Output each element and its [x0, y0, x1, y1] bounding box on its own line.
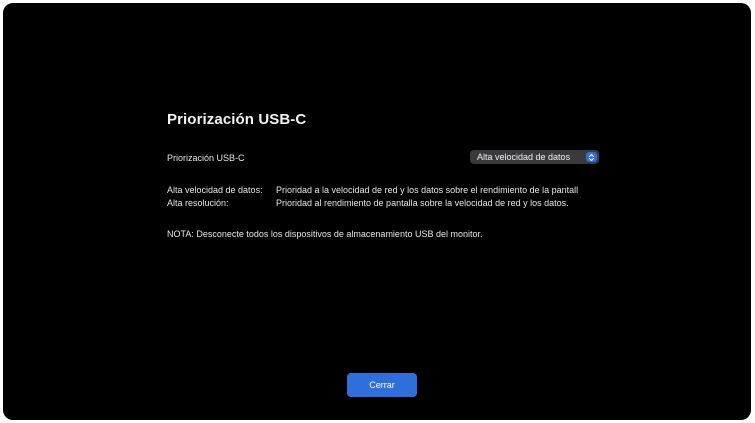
usb-c-priority-select[interactable]: Alta velocidad de datos — [470, 150, 599, 164]
usb-c-priority-selected-value: Alta velocidad de datos — [477, 152, 571, 162]
dialog-title: Priorización USB-C — [167, 111, 307, 128]
description-key: Alta velocidad de datos: — [167, 185, 263, 195]
chevron-updown-icon — [586, 152, 597, 162]
description-value: Prioridad al rendimiento de pantalla sob… — [276, 198, 569, 208]
storage-warning-note: NOTA: Desconecte todos los dispositivos … — [167, 229, 483, 239]
description-key: Alta resolución: — [167, 198, 229, 208]
usb-c-priority-label: Priorización USB-C — [167, 153, 245, 163]
usb-c-priority-dialog: Priorización USB-C Priorización USB-C Al… — [3, 3, 751, 420]
description-value: Prioridad a la velocidad de red y los da… — [276, 185, 579, 195]
close-button[interactable]: Cerrar — [347, 373, 417, 397]
